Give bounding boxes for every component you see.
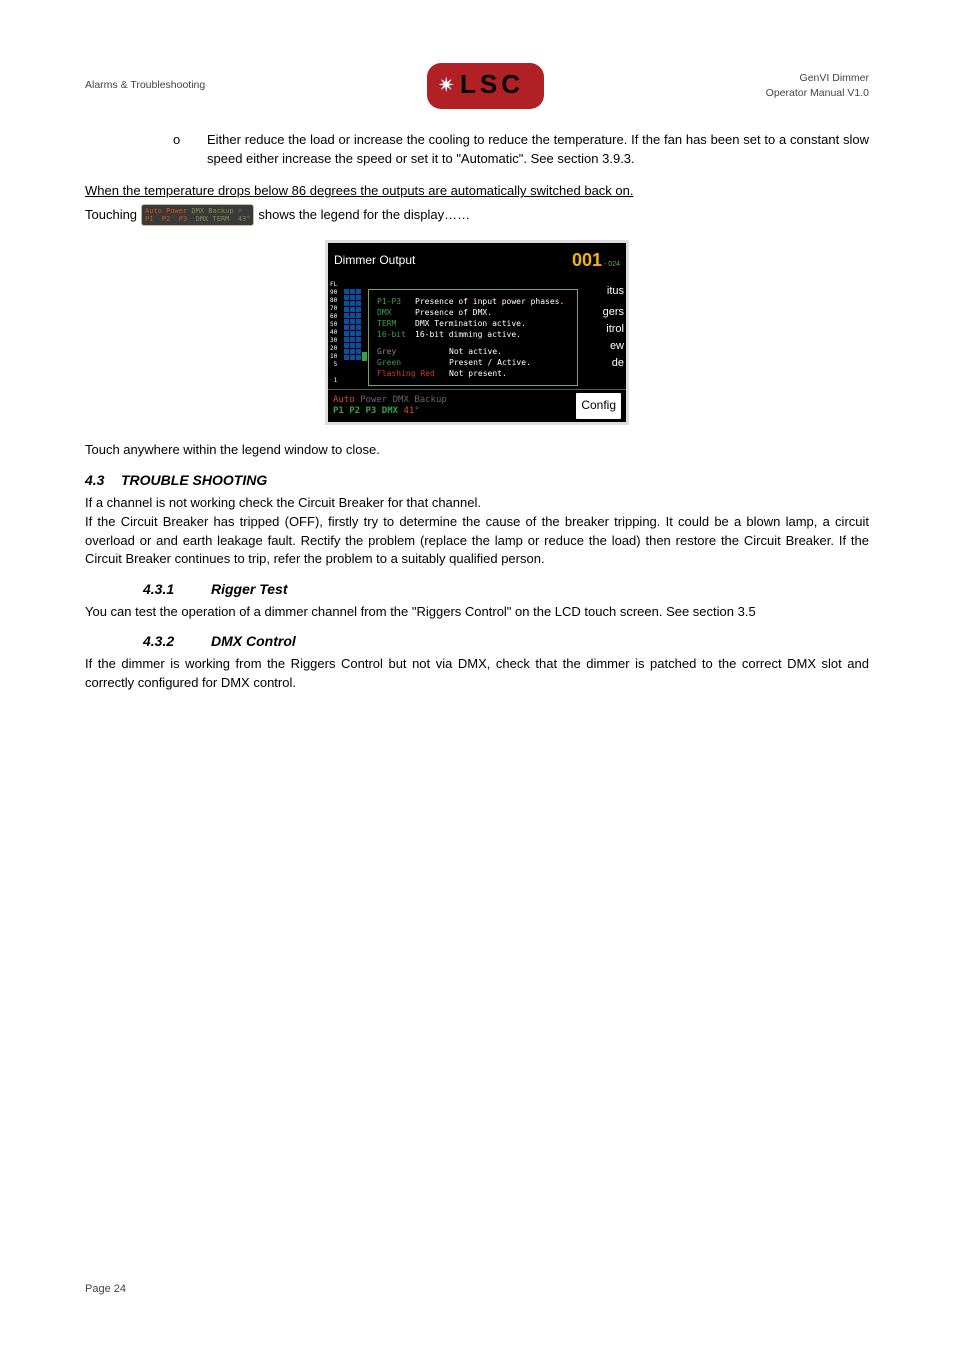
header-right-line1: GenVI Dimmer	[766, 71, 869, 86]
screenshot-title: Dimmer Output	[334, 252, 415, 269]
sec432-text: If the dimmer is working from the Rigger…	[85, 655, 869, 693]
level-bar	[350, 289, 355, 361]
screenshot-footer: Auto Power DMX Backup P1 P2 P3 DMX 41° C…	[328, 389, 626, 421]
touching-after: shows the legend for the display……	[258, 206, 470, 225]
screenshot-header: Dimmer Output 001- 024	[328, 243, 626, 277]
heading-4-3: 4.3TROUBLE SHOOTING	[85, 470, 869, 490]
heading-4-3-2: 4.3.2DMX Control	[143, 631, 869, 651]
header-right-line2: Operator Manual V1.0	[766, 86, 869, 101]
level-scale: FL 90 80 70 60 50 40 30 20 10 5 1	[328, 277, 343, 389]
bullet-list: o Either reduce the load or increase the…	[173, 131, 869, 169]
config-button[interactable]: Config	[576, 393, 621, 418]
sec43-p1: If a channel is not working check the Ci…	[85, 494, 869, 513]
heading-4-3-1: 4.3.1Rigger Test	[143, 579, 869, 599]
bar-group	[343, 277, 368, 367]
page-header: Alarms & Troubleshooting ✴ LSC GenVI Dim…	[85, 63, 869, 109]
header-left-text: Alarms & Troubleshooting	[85, 78, 205, 93]
touching-before: Touching	[85, 206, 137, 225]
right-cut-labels: itus gers itrol ew de	[603, 281, 626, 370]
sec431-text: You can test the operation of a dimmer c…	[85, 603, 869, 622]
level-bar	[362, 352, 367, 361]
status-bar-button-inline[interactable]: Auto Power DMX Backup ☼ P1 P2 P3 DMX TER…	[141, 204, 254, 226]
header-logo-wrap: ✴ LSC	[427, 63, 544, 109]
level-bar	[344, 289, 349, 361]
legend-popup: P1-P3Presence of input power phases. DMX…	[368, 289, 578, 386]
footer-status: Auto Power DMX Backup P1 P2 P3 DMX 41°	[333, 395, 447, 417]
underlined-note: When the temperature drops below 86 degr…	[85, 182, 869, 201]
level-bar	[356, 289, 361, 361]
legend-screenshot: Dimmer Output 001- 024 FL 90 80 70 60 50…	[325, 240, 629, 424]
screenshot-number: 001	[572, 250, 602, 270]
bullet-text: Either reduce the load or increase the c…	[207, 131, 869, 169]
lsc-logo: ✴ LSC	[427, 63, 544, 109]
page-number: Page 24	[85, 1282, 126, 1298]
touch-anywhere-text: Touch anywhere within the legend window …	[85, 441, 869, 460]
header-right-block: GenVI Dimmer Operator Manual V1.0	[766, 71, 869, 101]
screenshot-body: FL 90 80 70 60 50 40 30 20 10 5 1 P1-P3P…	[328, 277, 626, 389]
logo-icon: ✴	[439, 72, 454, 98]
screenshot-number-sub: - 024	[604, 261, 620, 268]
sec43-p2: If the Circuit Breaker has tripped (OFF)…	[85, 513, 869, 570]
logo-text: LSC	[460, 66, 524, 104]
bullet-circle-icon: o	[173, 131, 207, 169]
legend-screenshot-wrap: Dimmer Output 001- 024 FL 90 80 70 60 50…	[85, 240, 869, 424]
touching-line: Touching Auto Power DMX Backup ☼ P1 P2 P…	[85, 204, 869, 226]
